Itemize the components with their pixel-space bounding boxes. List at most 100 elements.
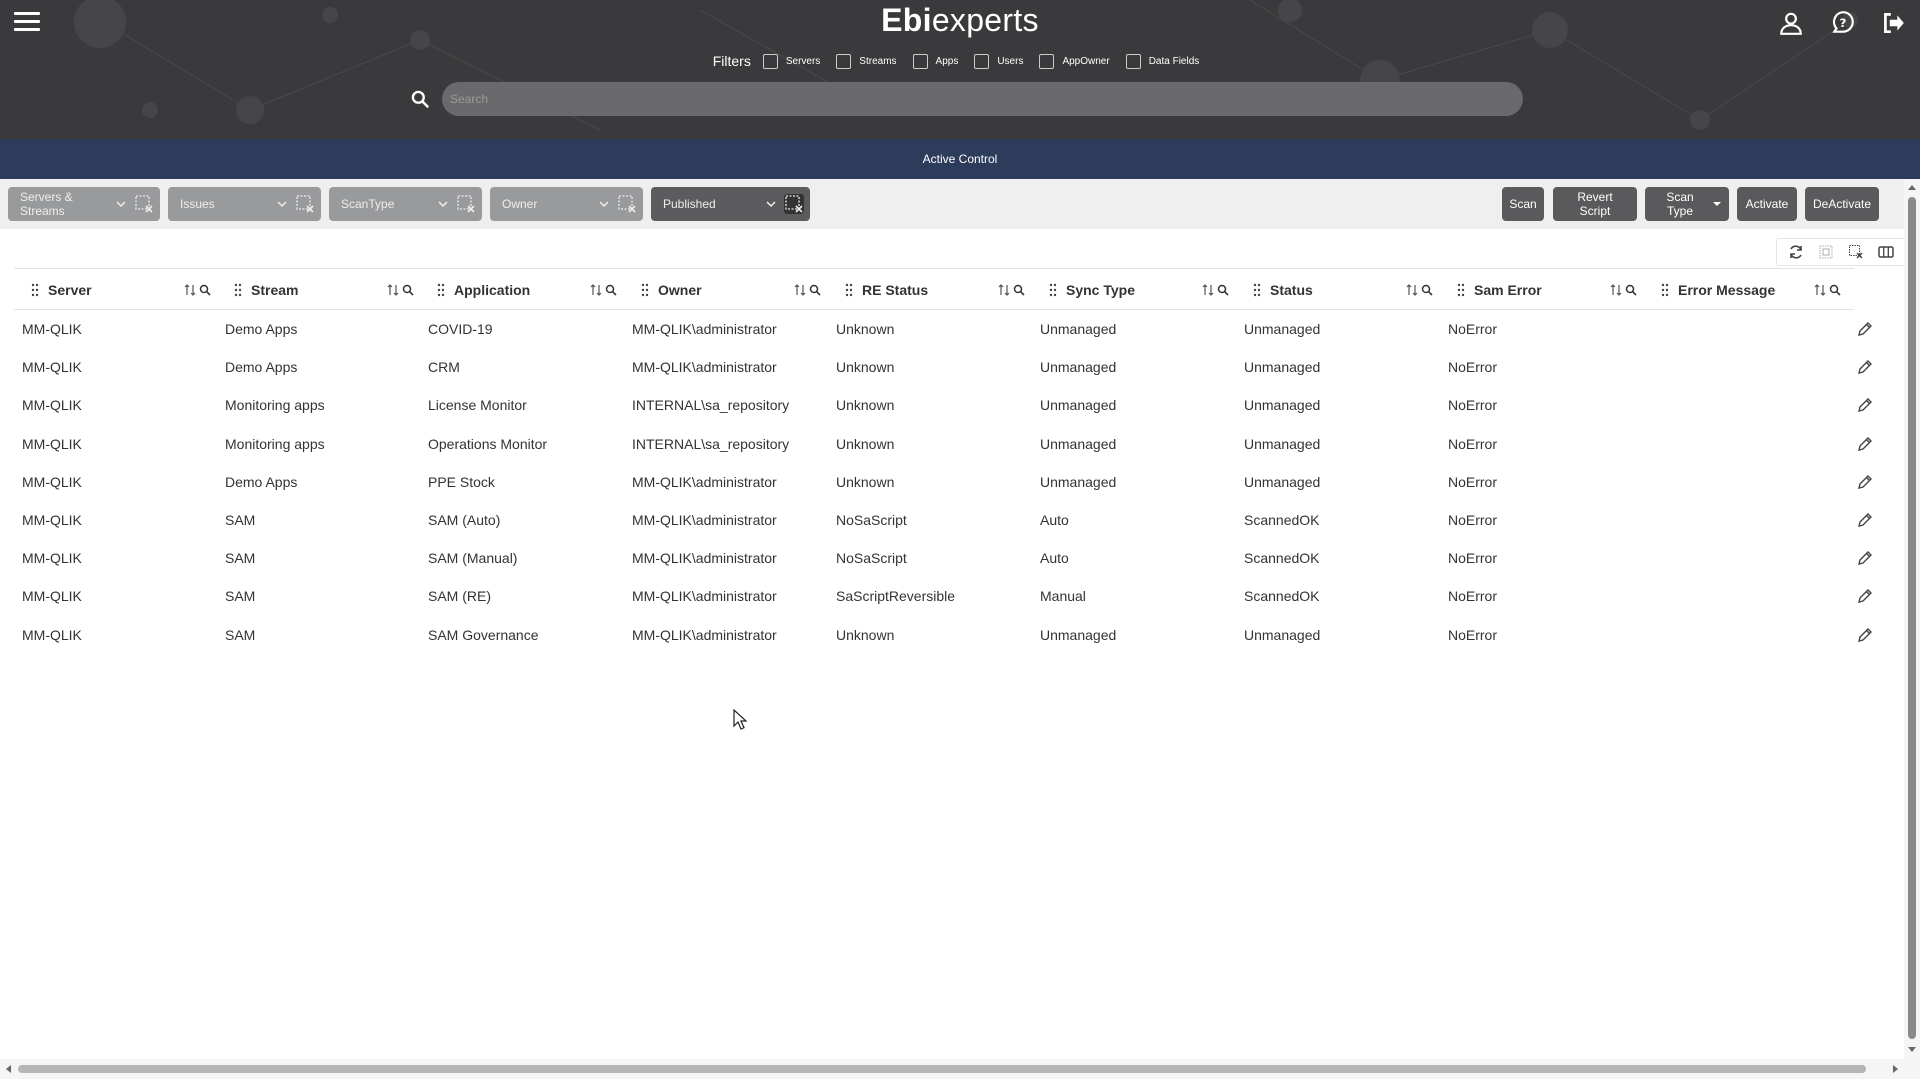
- table-row[interactable]: MM-QLIK SAM SAM (Auto) MM-QLIK\administrato…: [14, 501, 1872, 539]
- column-header[interactable]: RE Status: [828, 269, 1031, 311]
- clear-selection-icon[interactable]: [456, 194, 476, 214]
- deactivate-button[interactable]: DeActivate: [1805, 187, 1879, 221]
- filters-label: Filters: [712, 53, 751, 69]
- column-header[interactable]: Stream: [217, 269, 420, 311]
- column-header[interactable]: Sam Error: [1440, 269, 1643, 311]
- scan-button[interactable]: Scan: [1502, 187, 1544, 221]
- filter-checkbox[interactable]: [974, 53, 990, 69]
- filter-data-fields[interactable]: Data Fields: [1125, 53, 1199, 69]
- column-header[interactable]: Status: [1236, 269, 1439, 311]
- table-row[interactable]: MM-QLIK Demo Apps CRM MM-QLIK\administrator…: [14, 348, 1872, 386]
- drag-handle-icon[interactable]: [1456, 283, 1466, 297]
- column-header[interactable]: Sync Type: [1032, 269, 1235, 311]
- table-row[interactable]: MM-QLIK SAM SAM (Manual) MM-QLIK\administra…: [14, 539, 1872, 577]
- select-published[interactable]: Published: [651, 187, 810, 221]
- column-search-icon[interactable]: [1625, 284, 1637, 296]
- filter-users[interactable]: Users: [974, 53, 1023, 69]
- filter-checkbox[interactable]: [1039, 53, 1055, 69]
- select-scantype[interactable]: ScanType: [329, 187, 482, 221]
- select-servers-streams[interactable]: Servers & Streams: [8, 187, 160, 221]
- table-cell: SAM (Auto): [428, 511, 501, 528]
- edit-icon[interactable]: [1857, 627, 1873, 643]
- activate-button[interactable]: Activate: [1737, 187, 1797, 221]
- column-search-icon[interactable]: [1829, 284, 1841, 296]
- sort-icon[interactable]: [386, 283, 400, 297]
- scan-type-dropdown-button[interactable]: Scan Type: [1645, 187, 1729, 221]
- filter-appowner[interactable]: AppOwner: [1039, 53, 1110, 69]
- vertical-scrollbar[interactable]: [1904, 179, 1920, 1059]
- refresh-icon[interactable]: [1788, 244, 1804, 260]
- table-row[interactable]: MM-QLIK Monitoring apps License Monitor INT…: [14, 386, 1872, 424]
- filter-checkbox[interactable]: [762, 53, 778, 69]
- help-icon[interactable]: ?: [1830, 10, 1856, 36]
- columns-icon[interactable]: [1878, 244, 1894, 260]
- select-owner[interactable]: Owner: [490, 187, 643, 221]
- scroll-left-arrow[interactable]: [6, 1065, 11, 1073]
- sort-icon[interactable]: [793, 283, 807, 297]
- column-header[interactable]: Error Message: [1644, 269, 1847, 311]
- table-row[interactable]: MM-QLIK Monitoring apps Operations Monitor…: [14, 425, 1872, 463]
- column-search-icon[interactable]: [199, 284, 211, 296]
- column-search-icon[interactable]: [1013, 284, 1025, 296]
- filter-apps[interactable]: Apps: [912, 53, 958, 69]
- scroll-up-arrow[interactable]: [1908, 185, 1916, 190]
- drag-handle-icon[interactable]: [436, 283, 446, 297]
- sort-icon[interactable]: [1405, 283, 1419, 297]
- table-cell: Unmanaged: [1040, 435, 1117, 452]
- edit-icon[interactable]: [1857, 359, 1873, 375]
- revert-script-button[interactable]: Revert Script: [1553, 187, 1637, 221]
- column-search-icon[interactable]: [1421, 284, 1433, 296]
- sort-icon[interactable]: [1609, 283, 1623, 297]
- drag-handle-icon[interactable]: [1660, 283, 1670, 297]
- clear-selection-icon[interactable]: [1848, 244, 1864, 260]
- edit-icon[interactable]: [1857, 321, 1873, 337]
- sort-icon[interactable]: [589, 283, 603, 297]
- sort-icon[interactable]: [183, 283, 197, 297]
- edit-icon[interactable]: [1857, 512, 1873, 528]
- drag-handle-icon[interactable]: [1252, 283, 1262, 297]
- table-row[interactable]: MM-QLIK Demo Apps COVID-19 MM-QLIK\administ…: [14, 310, 1872, 348]
- drag-handle-icon[interactable]: [640, 283, 650, 297]
- table-row[interactable]: MM-QLIK Demo Apps PPE Stock MM-QLIK\adminis…: [14, 463, 1872, 501]
- sort-icon[interactable]: [1201, 283, 1215, 297]
- select-issues[interactable]: Issues: [168, 187, 321, 221]
- edit-icon[interactable]: [1857, 588, 1873, 604]
- clear-selection-icon[interactable]: [784, 194, 804, 214]
- column-header[interactable]: Server: [14, 269, 217, 311]
- logout-icon[interactable]: [1880, 10, 1906, 36]
- clear-selection-icon[interactable]: [295, 194, 315, 214]
- sort-icon[interactable]: [997, 283, 1011, 297]
- table-row[interactable]: MM-QLIK SAM SAM (RE) MM-QLIK\administrator S…: [14, 577, 1872, 615]
- column-search-icon[interactable]: [402, 284, 414, 296]
- filter-checkbox[interactable]: [836, 53, 852, 69]
- drag-handle-icon[interactable]: [1048, 283, 1058, 297]
- table-row[interactable]: MM-QLIK SAM SAM Governance MM-QLIK\administ…: [14, 616, 1872, 654]
- edit-icon[interactable]: [1857, 436, 1873, 452]
- edit-icon[interactable]: [1857, 550, 1873, 566]
- edit-icon[interactable]: [1857, 397, 1873, 413]
- clear-selection-icon[interactable]: [134, 194, 154, 214]
- scrollbar-thumb[interactable]: [1908, 197, 1916, 1039]
- column-header[interactable]: Owner: [624, 269, 827, 311]
- clear-selection-icon[interactable]: [617, 194, 637, 214]
- user-icon[interactable]: [1778, 10, 1804, 36]
- column-search-icon[interactable]: [605, 284, 617, 296]
- filter-checkbox[interactable]: [1125, 53, 1141, 69]
- drag-handle-icon[interactable]: [233, 283, 243, 297]
- search-input[interactable]: [442, 82, 1523, 116]
- drag-handle-icon[interactable]: [844, 283, 854, 297]
- scroll-down-arrow[interactable]: [1908, 1047, 1916, 1052]
- scroll-right-arrow[interactable]: [1893, 1065, 1898, 1073]
- edit-icon[interactable]: [1857, 474, 1873, 490]
- horizontal-scrollbar[interactable]: [0, 1059, 1920, 1079]
- filter-streams[interactable]: Streams: [836, 53, 897, 69]
- select-all-icon[interactable]: [1818, 244, 1834, 260]
- column-search-icon[interactable]: [809, 284, 821, 296]
- column-header[interactable]: Application: [420, 269, 623, 311]
- filter-servers[interactable]: Servers: [762, 53, 820, 69]
- drag-handle-icon[interactable]: [30, 283, 40, 297]
- scrollbar-thumb[interactable]: [18, 1065, 1866, 1073]
- filter-checkbox[interactable]: [912, 53, 928, 69]
- column-search-icon[interactable]: [1217, 284, 1229, 296]
- sort-icon[interactable]: [1813, 283, 1827, 297]
